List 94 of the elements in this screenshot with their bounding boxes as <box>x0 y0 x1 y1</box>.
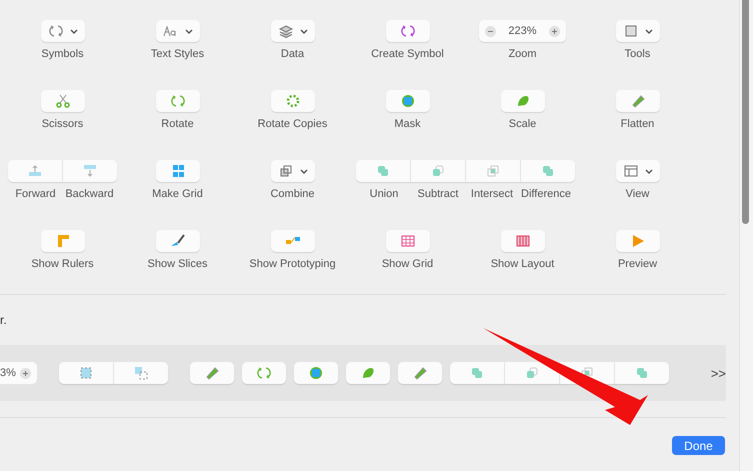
item-label: Scissors <box>42 118 84 130</box>
item-label: Create Symbol <box>371 48 444 60</box>
toolbar-button[interactable] <box>156 230 200 252</box>
segmented-control[interactable] <box>450 362 669 384</box>
toolbar-button[interactable] <box>616 230 660 252</box>
frame-scale-icon <box>132 366 149 380</box>
flatten-icon <box>412 366 428 380</box>
item-label: Rotate Copies <box>258 118 328 130</box>
item-label: Intersect <box>470 188 514 200</box>
toolbar-button[interactable] <box>500 230 544 252</box>
toolbar-button[interactable] <box>40 90 84 112</box>
item-label: Make Grid <box>152 188 203 200</box>
rotate-arrows-icon <box>170 94 186 108</box>
chevron-down-icon <box>644 168 652 174</box>
toolbar-button[interactable] <box>40 230 84 252</box>
item-label: Backward <box>64 188 115 200</box>
chevron-down-icon <box>184 28 192 34</box>
cycle-arrows-icon <box>400 24 416 38</box>
toolbar-button[interactable] <box>386 90 430 112</box>
item-label: Text Styles <box>150 48 204 60</box>
knife-icon <box>170 234 186 248</box>
dropdown-button[interactable] <box>616 20 660 42</box>
item-label: Show Rulers <box>31 258 94 270</box>
columns-icon <box>514 234 530 248</box>
view-layout-icon <box>622 164 638 178</box>
dropdown-button[interactable] <box>156 20 200 42</box>
chevron-down-icon <box>300 28 308 34</box>
toolbar-button[interactable] <box>616 90 660 112</box>
item-label: Zoom <box>508 48 537 60</box>
toolbar-button[interactable] <box>398 362 442 384</box>
flatten-icon <box>630 94 646 108</box>
toolbar-button[interactable] <box>190 362 234 384</box>
toolbar-button[interactable] <box>294 362 338 384</box>
item-label: Rotate <box>161 118 194 130</box>
zoom-value: 3% <box>0 367 16 379</box>
plus-icon <box>20 368 31 378</box>
plus-icon <box>548 26 560 36</box>
chevron-down-icon <box>300 168 308 174</box>
text-aa-icon <box>162 24 178 38</box>
done-button[interactable]: Done <box>672 436 725 455</box>
hint-text: r. <box>0 313 7 329</box>
toolbar-button[interactable] <box>270 230 314 252</box>
item-label: Show Layout <box>490 258 554 270</box>
toolbar-button[interactable] <box>346 362 390 384</box>
item-label: Combine <box>270 188 315 200</box>
toolbar-button[interactable] <box>156 160 200 182</box>
layers-icon <box>278 24 294 38</box>
mask-icon <box>308 366 324 380</box>
intersect-icon <box>484 164 500 178</box>
dropdown-button[interactable] <box>616 160 660 182</box>
item-label: Symbols <box>41 48 84 60</box>
backward-icon <box>82 164 98 178</box>
item-label: Preview <box>618 258 658 270</box>
item-label: Union <box>368 188 400 200</box>
scissors-icon <box>54 94 70 108</box>
frame-select-icon <box>78 366 94 380</box>
chevron-down-icon <box>644 28 652 34</box>
item-label: Subtract <box>416 188 460 200</box>
item-label: Show Slices <box>148 258 208 270</box>
flatten-icon <box>204 366 220 380</box>
zoom-value: 223% <box>508 25 537 37</box>
item-label: Flatten <box>620 118 654 130</box>
mask-icon <box>400 94 416 108</box>
zoom-control[interactable]: 3% <box>0 362 37 384</box>
combine-icon <box>278 164 294 178</box>
dropdown-button[interactable] <box>40 20 84 42</box>
scrollbar-thumb[interactable] <box>742 0 750 224</box>
item-label: Show Grid <box>382 258 434 270</box>
item-label: Forward <box>14 188 57 200</box>
toolbar-button[interactable] <box>270 90 314 112</box>
forward-icon <box>27 164 43 178</box>
rotate-arrows-icon <box>256 366 272 380</box>
item-label: Tools <box>624 48 650 60</box>
toolbar-button[interactable] <box>386 230 430 252</box>
toolbar-button[interactable] <box>386 20 430 42</box>
dotted-ring-icon <box>284 94 300 108</box>
grid-lines-icon <box>400 234 416 248</box>
item-label: Show Prototyping <box>249 258 336 270</box>
toolbar-button[interactable] <box>500 90 544 112</box>
overflow-chevrons[interactable]: >> <box>710 366 726 380</box>
cycle-arrows-icon <box>48 24 64 38</box>
item-label: Data <box>280 48 304 60</box>
frame-icon <box>622 24 638 38</box>
dropdown-button[interactable] <box>270 20 314 42</box>
chevron-down-icon <box>70 28 78 34</box>
toolbar-button[interactable] <box>242 362 286 384</box>
dropdown-button[interactable] <box>270 160 314 182</box>
toolbar-button[interactable] <box>156 90 200 112</box>
item-label: Difference <box>520 188 572 200</box>
item-label: Mask <box>394 118 421 130</box>
item-label: Scale <box>508 118 536 130</box>
minus-icon <box>485 26 496 36</box>
zoom-control[interactable]: 223% <box>479 20 566 42</box>
item-label: View <box>626 188 650 200</box>
